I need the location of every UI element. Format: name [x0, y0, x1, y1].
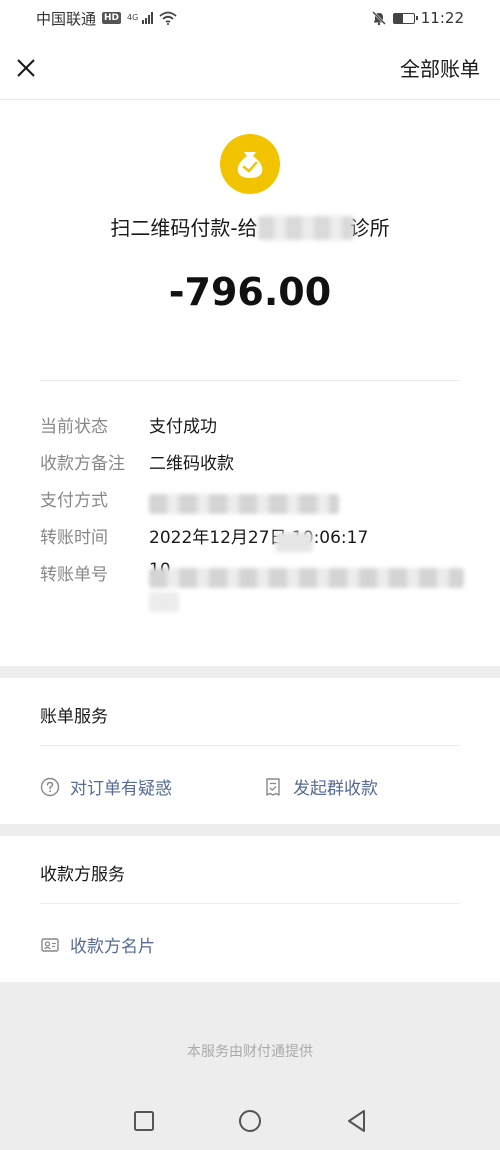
remark-value: 二维码收款 [149, 454, 234, 474]
service-provider-note: 本服务由财付通提供 [187, 1044, 313, 1060]
wifi-icon [159, 11, 177, 25]
order-doubt-label: 对订单有疑惑 [70, 779, 172, 799]
contact-card-icon [41, 937, 59, 952]
redacted-time-fragment [275, 532, 313, 552]
status-label: 当前状态 [40, 417, 108, 437]
detail-row-transfer-time: 转账时间 2022年12月27日 10:06:17 [40, 523, 460, 560]
bill-check-icon [266, 777, 280, 796]
question-circle-icon [40, 777, 60, 796]
system-nav-bar [0, 1092, 500, 1150]
transaction-details: 当前状态 支付成功 收款方备注 二维码收款 支付方式 转账时间 2022年12月… [40, 412, 464, 612]
merchant-name: 扫二维码付款-给 诊所 [0, 212, 500, 241]
home-icon[interactable] [237, 1108, 263, 1134]
divider [40, 380, 460, 381]
amount: -796.00 [168, 270, 332, 314]
divider [40, 903, 460, 904]
transfer-no-label: 转账单号 [40, 565, 108, 585]
remark-label: 收款方备注 [40, 454, 125, 474]
redacted-merchant-name [258, 216, 354, 240]
order-doubt-link[interactable]: 对订单有疑惑 [40, 774, 172, 799]
status-right: 11:22 [371, 9, 464, 27]
status-bar: 中国联通 HD 4G 11:22 [0, 0, 500, 36]
clock: 11:22 [420, 9, 464, 27]
status-left: 中国联通 HD 4G [36, 8, 177, 29]
payee-business-card-link[interactable]: 收款方名片 [40, 932, 155, 957]
hd-badge: HD [102, 12, 122, 24]
detail-row-status: 当前状态 支付成功 [40, 412, 460, 449]
divider [40, 745, 460, 746]
payment-method-label: 支付方式 [40, 491, 108, 511]
detail-row-remark: 收款方备注 二维码收款 [40, 449, 460, 486]
redacted-transfer-no-line2 [149, 592, 179, 612]
recent-apps-icon[interactable] [131, 1108, 157, 1134]
transfer-time-value: 2022年12月27日 10:06:17 [149, 528, 369, 548]
redacted-transfer-no [149, 568, 464, 588]
back-icon[interactable] [344, 1108, 370, 1134]
mute-bell-icon [371, 11, 386, 26]
payee-service-card: 收款方服务 收款方名片 [0, 836, 500, 982]
group-collect-label: 发起群收款 [293, 779, 378, 799]
group-collect-link[interactable]: 发起群收款 [263, 774, 378, 799]
bill-service-title: 账单服务 [40, 707, 108, 727]
redacted-payment-method [149, 494, 339, 514]
status-value: 支付成功 [149, 417, 217, 437]
transaction-card: 扫二维码付款-给 诊所 -796.00 当前状态 支付成功 收款方备注 二维码收款… [0, 100, 500, 666]
money-bag-check-icon [220, 134, 280, 194]
merchant-name-prefix: 扫二维码付款-给 [110, 216, 258, 240]
payee-service-title: 收款方服务 [40, 865, 125, 885]
close-icon[interactable] [14, 56, 38, 80]
merchant-name-suffix: 诊所 [349, 216, 390, 240]
battery-icon [392, 12, 418, 24]
transfer-time-label: 转账时间 [40, 528, 108, 548]
business-card-label: 收款方名片 [70, 937, 155, 957]
carrier-name: 中国联通 [36, 9, 97, 28]
signal-icon [142, 12, 154, 24]
bill-service-card: 账单服务 对订单有疑惑 发起群收款 [0, 678, 500, 824]
all-bills-button[interactable]: 全部账单 [400, 53, 480, 82]
network-type: 4G [127, 13, 139, 22]
page-header: 全部账单 [0, 36, 500, 100]
